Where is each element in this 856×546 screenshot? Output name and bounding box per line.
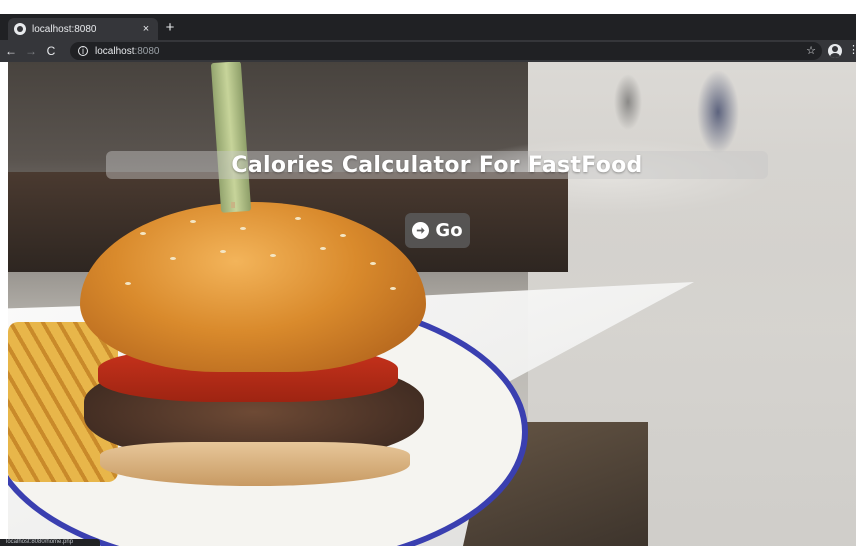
sesame-seed <box>295 217 301 220</box>
arrow-circle-right-icon <box>412 222 430 239</box>
reload-icon[interactable]: C <box>42 44 60 58</box>
back-arrow-icon[interactable]: ← <box>2 44 20 58</box>
sesame-seed <box>240 227 246 230</box>
page-title-banner: Calories Calculator For FastFood <box>106 151 768 179</box>
sesame-seed <box>340 234 346 237</box>
browser-chrome: localhost:8080 × + ← → C i localhost :80… <box>0 14 856 62</box>
site-info-icon[interactable]: i <box>78 46 88 56</box>
bottom-bun <box>100 442 410 486</box>
skewer-stick <box>231 202 235 208</box>
bookmark-star-icon[interactable]: ☆ <box>806 44 816 57</box>
sesame-seed <box>140 232 146 235</box>
url-host: localhost <box>95 45 135 57</box>
address-bar[interactable]: i localhost :8080 ☆ <box>70 42 822 60</box>
sesame-seed <box>270 254 276 257</box>
new-tab-icon[interactable]: + <box>162 20 178 36</box>
forward-arrow-icon[interactable]: → <box>22 44 40 58</box>
browser-tab[interactable]: localhost:8080 × <box>8 18 158 40</box>
profile-avatar-icon[interactable] <box>828 44 842 58</box>
sesame-seed <box>320 247 326 250</box>
globe-icon <box>14 23 26 35</box>
browser-menu-icon[interactable]: ⋮ <box>848 43 856 56</box>
sesame-seed <box>125 282 131 285</box>
url-port: :8080 <box>134 45 160 57</box>
go-button-label: Go <box>435 220 463 241</box>
sesame-seed <box>390 287 396 290</box>
page-viewport: Calories Calculator For FastFood Go <box>8 62 856 546</box>
page-title: Calories Calculator For FastFood <box>231 152 643 178</box>
sesame-seed <box>370 262 376 265</box>
sesame-seed <box>190 220 196 223</box>
sesame-seed <box>220 250 226 253</box>
tab-title: localhost:8080 <box>32 23 97 35</box>
link-status-bar: localhost:8080/home.php <box>0 539 100 546</box>
browser-toolbar: ← → C i localhost :8080 ☆ ⋮ <box>0 40 856 62</box>
close-tab-icon[interactable]: × <box>140 23 152 35</box>
tab-strip: localhost:8080 × + <box>0 14 856 40</box>
go-button[interactable]: Go <box>405 213 470 248</box>
sesame-seed <box>170 257 176 260</box>
